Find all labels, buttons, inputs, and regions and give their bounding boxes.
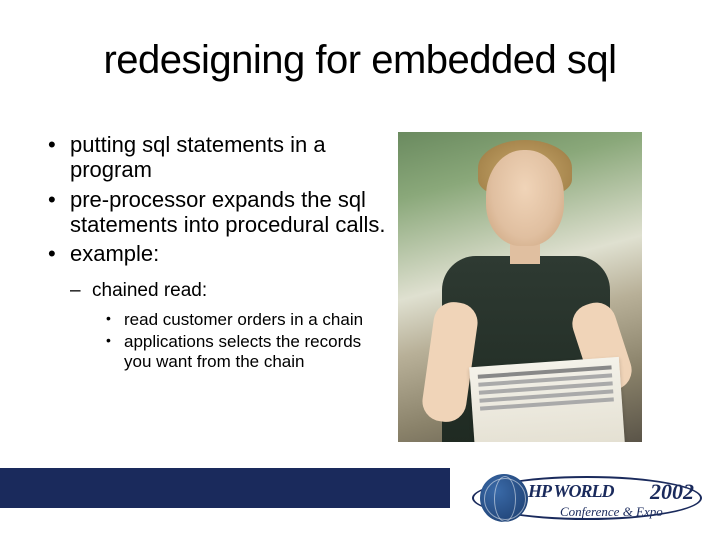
hp-world-logo: HP WORLD 2002 Conference & Expo [472,470,702,526]
logo-year: 2002 [650,479,694,505]
bullet-text: example: [70,241,159,266]
sub-bullet-list: chained read: read customer orders in a … [70,280,386,372]
photo-shape [486,150,564,246]
slide-title: redesigning for embedded sql [0,38,720,83]
slide: redesigning for embedded sql putting sql… [0,0,720,540]
logo-word: WORLD [554,481,614,501]
logo-prefix: HP [528,481,550,501]
logo-subtitle: Conference & Expo [560,504,663,520]
subsub-bullet-item: applications selects the records you wan… [106,332,386,372]
bullet-list: putting sql statements in a program pre-… [46,132,386,372]
globe-icon [480,474,528,522]
bullet-text: pre-processor expands the sql statements… [70,187,386,237]
sub-bullet-text: chained read: [92,280,207,301]
subsub-bullet-text: read customer orders in a chain [124,310,363,329]
slide-body: putting sql statements in a program pre-… [46,132,386,378]
bullet-item: example: chained read: read customer ord… [46,241,386,372]
subsub-bullet-text: applications selects the records you wan… [124,332,361,371]
bullet-item: pre-processor expands the sql statements… [46,187,386,238]
footer-bar [0,468,450,508]
subsub-bullet-list: read customer orders in a chain applicat… [92,310,386,372]
slide-photo [398,132,642,442]
photo-newspaper [469,357,625,442]
subsub-bullet-item: read customer orders in a chain [106,310,386,330]
bullet-item: putting sql statements in a program [46,132,386,183]
logo-brand-text: HP WORLD [528,481,614,502]
bullet-text: putting sql statements in a program [70,132,326,182]
sub-bullet-item: chained read: read customer orders in a … [70,280,386,372]
